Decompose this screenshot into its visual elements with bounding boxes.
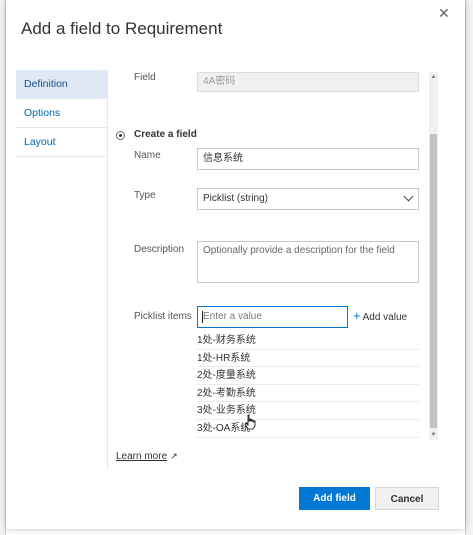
name-input[interactable]: 信息系统 bbox=[197, 148, 419, 170]
hand-cursor-icon bbox=[244, 414, 256, 430]
description-placeholder: Optionally provide a description for the… bbox=[203, 245, 395, 256]
scroll-down-icon[interactable]: ▼ bbox=[429, 430, 438, 440]
background-page-right bbox=[465, 0, 473, 535]
add-value-label: Add value bbox=[362, 312, 408, 323]
learn-more-link[interactable]: Learn more ↗ bbox=[116, 451, 178, 462]
create-field-label: Create a field bbox=[134, 129, 197, 140]
nav-divider bbox=[107, 70, 108, 470]
cancel-button[interactable]: Cancel bbox=[375, 487, 439, 510]
dialog-title: Add a field to Requirement bbox=[21, 19, 223, 38]
name-value: 信息系统 bbox=[203, 153, 243, 164]
type-value: Picklist (string) bbox=[203, 193, 269, 204]
field-label: Field bbox=[134, 72, 156, 83]
existing-field-value: 4A密码 bbox=[203, 76, 236, 87]
type-select[interactable]: Picklist (string) bbox=[197, 188, 419, 210]
chevron-down-icon bbox=[403, 191, 414, 202]
close-icon[interactable]: ✕ bbox=[438, 6, 450, 20]
create-field-radio[interactable] bbox=[116, 131, 125, 140]
picklist-item[interactable]: 2处-考勤系统 bbox=[197, 385, 419, 403]
picklist-item[interactable]: 1处-财务系统 bbox=[197, 332, 419, 350]
scroll-thumb[interactable] bbox=[430, 134, 437, 428]
external-link-icon: ↗ bbox=[170, 451, 178, 461]
text-caret bbox=[202, 311, 203, 323]
picklist-value-input[interactable]: Enter a value bbox=[197, 306, 348, 328]
picklist-items: 1处-财务系统 1处-HR系统 2处-度量系统 2处-考勤系统 3处-业务系统 … bbox=[197, 332, 419, 438]
picklist-item[interactable]: 2处-度量系统 bbox=[197, 367, 419, 385]
plus-icon: + bbox=[353, 308, 361, 323]
scroll-up-icon[interactable]: ▲ bbox=[429, 72, 438, 82]
picklist-label: Picklist items bbox=[134, 311, 192, 322]
description-textarea[interactable]: Optionally provide a description for the… bbox=[197, 241, 419, 283]
nav-item-layout[interactable]: Layout bbox=[16, 128, 107, 157]
picklist-item[interactable]: 3处-业务系统 bbox=[197, 402, 419, 420]
learn-more-label: Learn more bbox=[116, 451, 168, 462]
add-value-button[interactable]: + Add value bbox=[353, 308, 408, 323]
picklist-placeholder: Enter a value bbox=[203, 311, 262, 322]
add-field-button[interactable]: Add field bbox=[299, 487, 370, 510]
nav-item-options[interactable]: Options bbox=[16, 99, 107, 128]
description-label: Description bbox=[134, 244, 185, 255]
picklist-item[interactable]: 3处-OA系统 bbox=[197, 420, 419, 438]
content-scrollbar[interactable]: ▲ ▼ bbox=[429, 72, 438, 440]
name-label: Name bbox=[134, 150, 161, 161]
type-label: Type bbox=[134, 190, 156, 201]
existing-field-select: 4A密码 bbox=[197, 72, 419, 92]
sidebar-nav: Definition Options Layout bbox=[16, 70, 107, 157]
nav-item-definition[interactable]: Definition bbox=[16, 70, 107, 99]
picklist-item[interactable]: 1处-HR系统 bbox=[197, 350, 419, 368]
